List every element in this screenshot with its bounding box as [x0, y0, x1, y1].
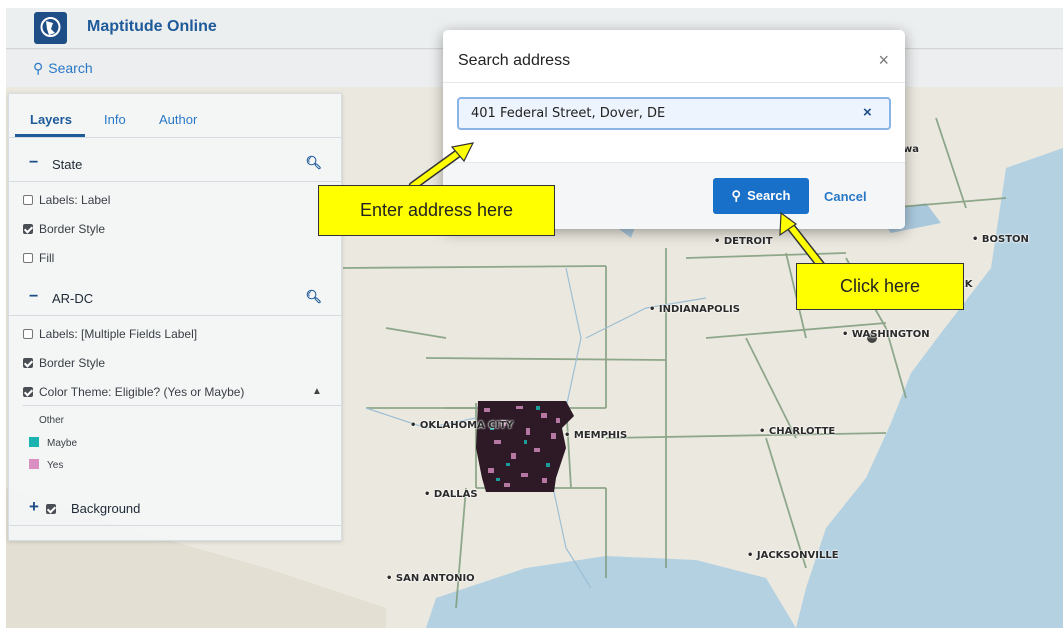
- arrow-to-address-input: [408, 142, 475, 191]
- arrow-to-search-button: [779, 211, 828, 273]
- annotation-enter-address: Enter address here: [318, 185, 555, 236]
- callout-arrows: [408, 142, 828, 273]
- annotation-click-here: Click here: [796, 263, 964, 310]
